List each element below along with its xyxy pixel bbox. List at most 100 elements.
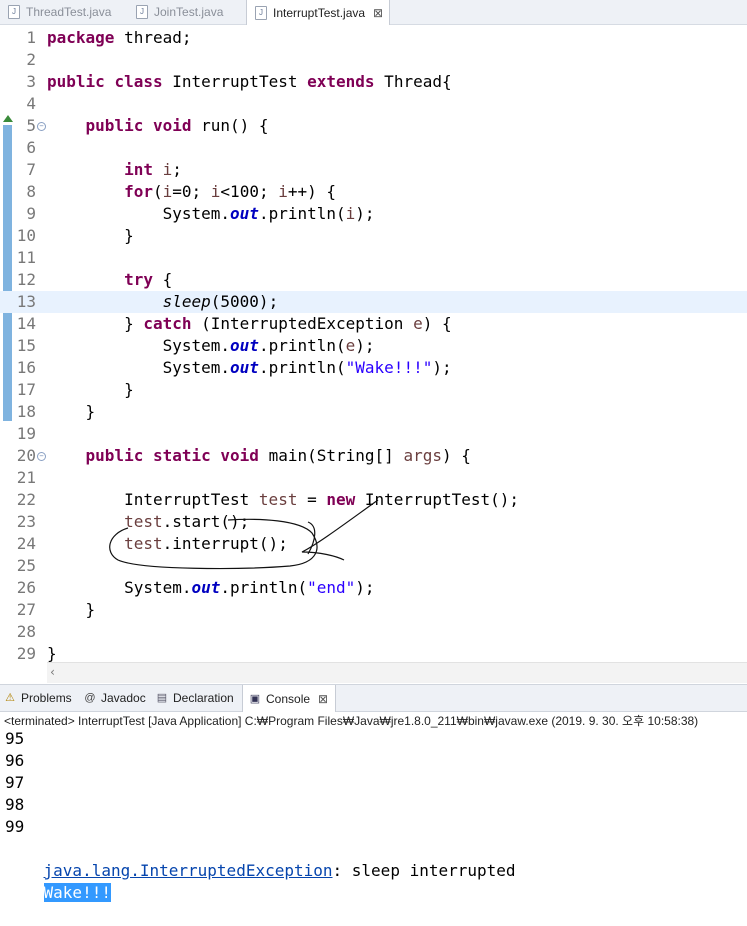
code-token: System.: [47, 204, 231, 223]
code-token: i: [345, 204, 356, 223]
code-token: );: [355, 578, 375, 597]
javadoc-icon: @: [84, 692, 96, 704]
code-token: .println(: [258, 204, 346, 223]
code-line[interactable]: 8 for(i=0; i<100; i++) {: [0, 181, 747, 203]
line-number: 7: [26, 160, 36, 179]
code-text: }: [47, 379, 134, 401]
console-line: 97: [5, 773, 25, 792]
code-line[interactable]: 16 System.out.println("Wake!!!");: [0, 357, 747, 379]
line-number: 28: [16, 622, 36, 641]
horizontal-scrollbar[interactable]: ‹: [47, 662, 747, 683]
scroll-left-icon[interactable]: ‹: [49, 665, 56, 679]
tab-declaration[interactable]: ▤ Declaration: [156, 685, 240, 711]
code-line[interactable]: 27 }: [0, 599, 747, 621]
java-file-icon: J: [136, 5, 148, 19]
code-line[interactable]: 21: [0, 467, 747, 489]
code-token: System.: [47, 336, 231, 355]
tab-label: ThreadTest.java: [26, 5, 112, 19]
close-tab-icon[interactable]: ⊠: [318, 692, 328, 706]
code-line[interactable]: 22 InterruptTest test = new InterruptTes…: [0, 489, 747, 511]
code-token: );: [432, 358, 452, 377]
code-editor[interactable]: 1 package thread; 2 3 public class Interrupt…: [0, 25, 747, 683]
code-token: }: [47, 644, 57, 663]
code-line[interactable]: 26 System.out.println("end");: [0, 577, 747, 599]
code-line[interactable]: 6: [0, 137, 747, 159]
fold-toggle-icon[interactable]: −: [37, 452, 46, 461]
code-line[interactable]: 4: [0, 93, 747, 115]
code-line[interactable]: 19: [0, 423, 747, 445]
console-icon: ▣: [249, 692, 261, 705]
close-tab-icon[interactable]: ⊠: [373, 6, 383, 20]
code-line[interactable]: 9 System.out.println(i);: [0, 203, 747, 225]
line-number: 22: [16, 490, 36, 509]
code-text: try {: [47, 269, 172, 291]
code-text: public static void main(String[] args) {: [47, 445, 471, 467]
line-number: 27: [16, 600, 36, 619]
console-line: 95: [5, 729, 25, 748]
line-number: 11: [16, 248, 36, 267]
code-line[interactable]: 25: [0, 555, 747, 577]
fold-toggle-icon[interactable]: −: [37, 122, 46, 131]
code-token: .interrupt();: [162, 534, 288, 553]
line-number: 21: [16, 468, 36, 487]
code-line[interactable]: 10 }: [0, 225, 747, 247]
line-number: 1: [26, 28, 36, 47]
code-token: try: [124, 270, 153, 289]
code-line[interactable]: 28: [0, 621, 747, 643]
line-number: 25: [16, 556, 36, 575]
tab-label: Javadoc: [101, 691, 146, 705]
code-line[interactable]: 1 package thread;: [0, 27, 747, 49]
tab-label: InterruptTest.java: [273, 5, 366, 20]
code-line[interactable]: 23 test.start();: [0, 511, 747, 533]
code-text: System.out.println("Wake!!!");: [47, 357, 452, 379]
line-number: 15: [16, 336, 36, 355]
line-number: 17: [16, 380, 36, 399]
code-text: int i;: [47, 159, 182, 181]
selected-text: Wake!!!: [43, 883, 111, 902]
code-line[interactable]: 5− public void run() {: [0, 115, 747, 137]
line-number: 26: [16, 578, 36, 597]
code-text: public void run() {: [47, 115, 269, 137]
code-line[interactable]: 13 sleep(5000);: [0, 291, 747, 313]
code-token: static: [152, 446, 211, 465]
code-token: thread;: [114, 28, 192, 47]
line-number: 9: [26, 204, 36, 223]
code-line[interactable]: 20− public static void main(String[] arg…: [0, 445, 747, 467]
code-token: .println(: [258, 336, 346, 355]
code-token: =: [297, 490, 327, 509]
tab-problems[interactable]: ⚠ Problems: [4, 685, 82, 711]
code-token: .start();: [162, 512, 250, 531]
code-line[interactable]: 2: [0, 49, 747, 71]
code-text: System.out.println(i);: [47, 203, 375, 225]
code-token: i: [162, 160, 173, 179]
tab-interrupttest[interactable]: J InterruptTest.java ⊠: [246, 0, 390, 25]
code-line[interactable]: 7 int i;: [0, 159, 747, 181]
code-token: public: [85, 116, 144, 135]
code-line[interactable]: 11: [0, 247, 747, 269]
code-line[interactable]: 18 }: [0, 401, 747, 423]
code-line[interactable]: 15 System.out.println(e);: [0, 335, 747, 357]
tab-javadoc[interactable]: @ Javadoc: [84, 685, 154, 711]
code-token: public: [47, 72, 105, 91]
code-token: void: [220, 446, 259, 465]
code-line[interactable]: 12 try {: [0, 269, 747, 291]
code-token: run() {: [191, 116, 269, 135]
code-token: }: [47, 380, 134, 399]
tab-jointest[interactable]: J JoinTest.java: [128, 0, 246, 24]
tab-threadtest[interactable]: J ThreadTest.java: [0, 0, 128, 24]
code-token: test: [124, 512, 163, 531]
tab-console[interactable]: ▣ Console ⊠: [242, 685, 336, 712]
code-token: i: [278, 182, 288, 201]
code-line[interactable]: 3 public class InterruptTest extends Thre…: [0, 71, 747, 93]
code-line[interactable]: 17 }: [0, 379, 747, 401]
code-text: } catch (InterruptedException e) {: [47, 313, 452, 335]
code-line[interactable]: 24 test.interrupt();: [0, 533, 747, 555]
code-token: class: [114, 72, 163, 91]
code-line[interactable]: 14 } catch (InterruptedException e) {: [0, 313, 747, 335]
code-text: System.out.println("end");: [47, 577, 375, 599]
code-token: System.: [47, 578, 192, 597]
